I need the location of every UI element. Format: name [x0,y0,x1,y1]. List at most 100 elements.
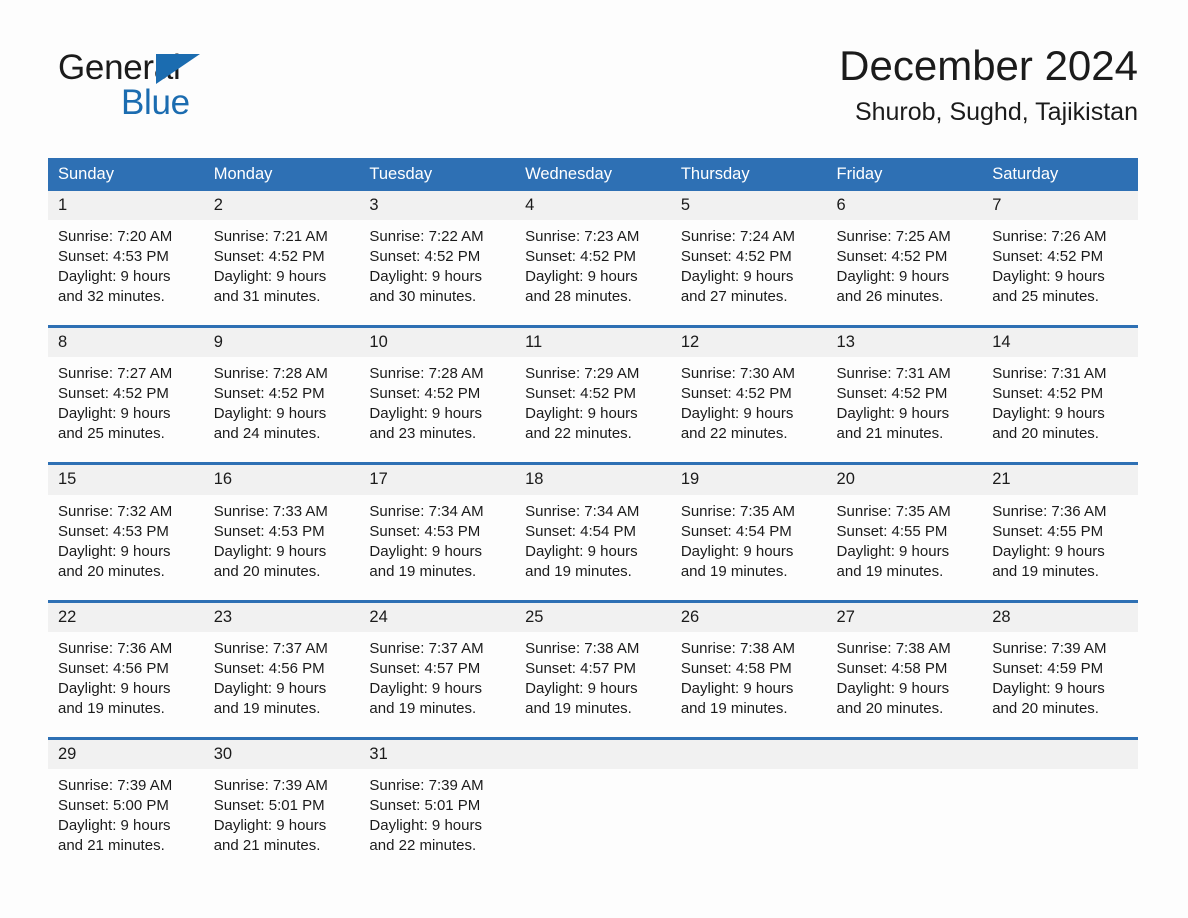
day-cell[interactable]: 28 Sunrise: 7:39 AM Sunset: 4:59 PM Dayl… [982,599,1138,739]
day-cell-empty [826,736,983,874]
day-number: 26 [670,602,827,632]
week-row: 8 Sunrise: 7:27 AM Sunset: 4:52 PM Dayli… [48,325,1138,464]
day-details: Sunrise: 7:39 AM Sunset: 5:01 PM Dayligh… [359,769,515,874]
day-cell[interactable]: 22 Sunrise: 7:36 AM Sunset: 4:56 PM Dayl… [48,599,204,739]
day-details: Sunrise: 7:39 AM Sunset: 4:59 PM Dayligh… [982,632,1138,737]
daylight-text-line2: and 28 minutes. [525,288,632,306]
day-cell[interactable]: 25 Sunrise: 7:38 AM Sunset: 4:57 PM Dayl… [515,599,671,739]
day-number [826,739,983,769]
day-details: Sunrise: 7:38 AM Sunset: 4:58 PM Dayligh… [671,632,827,737]
day-cell[interactable]: 21 Sunrise: 7:36 AM Sunset: 4:55 PM Dayl… [982,462,1138,602]
weekday-header-row: Sunday Monday Tuesday Wednesday Thursday… [48,158,1138,192]
generalblue-logo[interactable]: General Blue [58,50,218,128]
day-cell[interactable]: 20 Sunrise: 7:35 AM Sunset: 4:55 PM Dayl… [826,462,983,602]
day-number: 7 [982,191,1138,221]
daylight-text-line1: Daylight: 9 hours [369,542,482,560]
day-cell[interactable]: 10 Sunrise: 7:28 AM Sunset: 4:52 PM Dayl… [359,325,516,464]
day-details: Sunrise: 7:20 AM Sunset: 4:53 PM Dayligh… [48,220,204,325]
daylight-text-line2: and 25 minutes. [58,425,165,443]
day-number: 13 [826,328,983,358]
day-cell[interactable]: 4 Sunrise: 7:23 AM Sunset: 4:52 PM Dayli… [515,191,671,327]
sunrise-text: Sunrise: 7:33 AM [213,502,328,520]
day-cell[interactable]: 11 Sunrise: 7:29 AM Sunset: 4:52 PM Dayl… [515,325,671,464]
day-cell[interactable]: 5 Sunrise: 7:24 AM Sunset: 4:52 PM Dayli… [670,191,827,327]
sunset-text: Sunset: 4:56 PM [58,659,169,677]
day-details: Sunrise: 7:26 AM Sunset: 4:52 PM Dayligh… [982,220,1138,325]
day-cell[interactable]: 27 Sunrise: 7:38 AM Sunset: 4:58 PM Dayl… [826,599,983,739]
daylight-text-line1: Daylight: 9 hours [680,268,794,286]
sunrise-text: Sunrise: 7:29 AM [525,365,640,383]
day-cell[interactable]: 29 Sunrise: 7:39 AM Sunset: 5:00 PM Dayl… [48,736,204,874]
day-cell[interactable]: 1 Sunrise: 7:20 AM Sunset: 4:53 PM Dayli… [48,191,204,327]
day-cell[interactable]: 31 Sunrise: 7:39 AM Sunset: 5:01 PM Dayl… [359,736,516,874]
day-cell[interactable]: 6 Sunrise: 7:25 AM Sunset: 4:52 PM Dayli… [826,191,983,327]
daylight-text-line1: Daylight: 9 hours [525,405,638,423]
day-number: 10 [359,328,516,358]
sunset-text: Sunset: 5:00 PM [58,796,169,814]
daylight-text-line1: Daylight: 9 hours [836,542,950,560]
day-cell[interactable]: 17 Sunrise: 7:34 AM Sunset: 4:53 PM Dayl… [359,462,516,602]
sunset-text: Sunset: 4:52 PM [213,385,325,403]
sunset-text: Sunset: 4:53 PM [58,248,169,266]
sunrise-text: Sunrise: 7:20 AM [58,228,173,246]
daylight-text-line1: Daylight: 9 hours [836,679,950,697]
day-details: Sunrise: 7:32 AM Sunset: 4:53 PM Dayligh… [48,495,204,600]
sunset-text: Sunset: 4:53 PM [58,522,169,540]
day-cell[interactable]: 19 Sunrise: 7:35 AM Sunset: 4:54 PM Dayl… [670,462,827,602]
daylight-text-line1: Daylight: 9 hours [58,405,171,423]
day-number: 1 [48,191,204,221]
daylight-text-line2: and 21 minutes. [58,836,165,854]
day-cell[interactable]: 3 Sunrise: 7:22 AM Sunset: 4:52 PM Dayli… [359,191,516,327]
sunset-text: Sunset: 4:56 PM [213,659,325,677]
weekday-header-saturday: Saturday [982,158,1138,192]
day-cell[interactable]: 12 Sunrise: 7:30 AM Sunset: 4:52 PM Dayl… [670,325,827,464]
day-cell[interactable]: 18 Sunrise: 7:34 AM Sunset: 4:54 PM Dayl… [515,462,671,602]
daylight-text-line1: Daylight: 9 hours [992,405,1105,423]
day-cell[interactable]: 30 Sunrise: 7:39 AM Sunset: 5:01 PM Dayl… [203,736,360,874]
day-details: Sunrise: 7:22 AM Sunset: 4:52 PM Dayligh… [359,220,515,325]
daylight-text-line1: Daylight: 9 hours [680,542,794,560]
sunrise-text: Sunrise: 7:39 AM [992,639,1107,657]
sunrise-text: Sunrise: 7:36 AM [58,639,173,657]
daylight-text-line1: Daylight: 9 hours [992,268,1105,286]
sunset-text: Sunset: 4:52 PM [58,385,169,403]
day-cell[interactable]: 23 Sunrise: 7:37 AM Sunset: 4:56 PM Dayl… [203,599,360,739]
sunset-text: Sunset: 4:55 PM [992,522,1104,540]
daylight-text-line2: and 19 minutes. [58,699,165,717]
sunset-text: Sunset: 4:59 PM [992,659,1104,677]
day-number: 14 [982,328,1138,358]
weekday-header-monday: Monday [203,158,360,192]
day-number: 30 [203,739,360,769]
daylight-text-line1: Daylight: 9 hours [836,405,950,423]
day-cell[interactable]: 16 Sunrise: 7:33 AM Sunset: 4:53 PM Dayl… [203,462,360,602]
week-row: 15 Sunrise: 7:32 AM Sunset: 4:53 PM Dayl… [48,462,1138,602]
daylight-text-line2: and 19 minutes. [213,699,321,717]
sunrise-text: Sunrise: 7:27 AM [58,365,173,383]
day-number: 5 [670,191,827,221]
day-number: 16 [203,465,360,495]
week-row: 29 Sunrise: 7:39 AM Sunset: 5:00 PM Dayl… [48,736,1138,874]
day-number: 4 [515,191,671,221]
day-cell[interactable]: 2 Sunrise: 7:21 AM Sunset: 4:52 PM Dayli… [203,191,360,327]
sunrise-text: Sunrise: 7:35 AM [680,502,796,520]
day-cell[interactable]: 13 Sunrise: 7:31 AM Sunset: 4:52 PM Dayl… [826,325,983,464]
day-number: 9 [203,328,360,358]
day-details: Sunrise: 7:35 AM Sunset: 4:54 PM Dayligh… [671,495,827,600]
day-cell[interactable]: 26 Sunrise: 7:38 AM Sunset: 4:58 PM Dayl… [670,599,827,739]
day-cell-empty [670,736,827,874]
day-cell[interactable]: 15 Sunrise: 7:32 AM Sunset: 4:53 PM Dayl… [48,462,204,602]
daylight-text-line2: and 19 minutes. [836,562,944,580]
day-cell[interactable]: 24 Sunrise: 7:37 AM Sunset: 4:57 PM Dayl… [359,599,516,739]
sunset-text: Sunset: 4:58 PM [680,659,792,677]
sunset-text: Sunset: 4:52 PM [369,248,481,266]
day-cell[interactable]: 8 Sunrise: 7:27 AM Sunset: 4:52 PM Dayli… [48,325,204,464]
sunset-text: Sunset: 4:57 PM [369,659,481,677]
weekday-header-tuesday: Tuesday [359,158,516,192]
day-number: 19 [670,465,827,495]
day-cell[interactable]: 14 Sunrise: 7:31 AM Sunset: 4:52 PM Dayl… [982,325,1138,464]
day-cell[interactable]: 7 Sunrise: 7:26 AM Sunset: 4:52 PM Dayli… [982,191,1138,327]
weekday-header-wednesday: Wednesday [515,158,671,192]
daylight-text-line1: Daylight: 9 hours [369,405,482,423]
daylight-text-line2: and 20 minutes. [992,699,1099,717]
day-cell[interactable]: 9 Sunrise: 7:28 AM Sunset: 4:52 PM Dayli… [203,325,360,464]
